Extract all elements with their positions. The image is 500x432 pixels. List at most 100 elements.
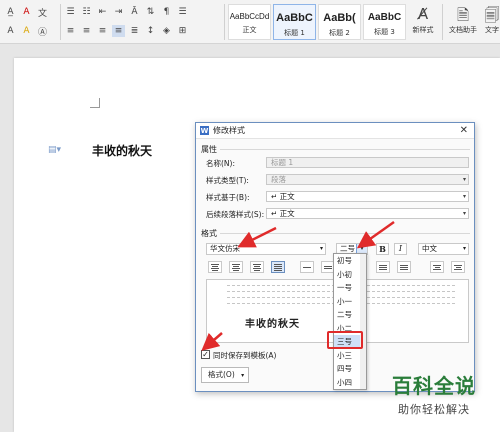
font-format-row-2: A A Ⓐ (4, 25, 49, 38)
align-center-button[interactable] (229, 261, 243, 273)
ribbon-divider (224, 4, 225, 40)
sort-icon[interactable]: ⇅ (144, 6, 157, 18)
chevron-down-icon: ▾ (319, 245, 323, 252)
format-section-label: 格式 (201, 229, 217, 238)
section-divider (220, 233, 470, 234)
char-border-icon[interactable]: Ⓐ (36, 25, 49, 38)
style-name: 标题 3 (374, 28, 395, 36)
chinese-layout-icon[interactable]: Ā (128, 6, 141, 18)
chevron-down-icon: ▾ (462, 245, 466, 252)
save-to-template-label: 同时保存到模板(A) (213, 351, 277, 360)
new-style-icon: A̸ (417, 5, 429, 23)
name-field[interactable]: 标题 1 (266, 157, 469, 168)
style-heading-2[interactable]: AaBb( 标题 2 (318, 4, 361, 40)
chevron-down-icon: ▾ (462, 210, 466, 217)
doc-assistant-button[interactable]: 🗎 文档助手 (446, 5, 480, 35)
increase-indent-button[interactable] (451, 261, 465, 273)
style-type-select[interactable]: 段落 ▾ (266, 174, 469, 185)
text-effect-icon[interactable]: A (4, 25, 17, 37)
paragraph-settings-icon[interactable]: ☰ (176, 6, 189, 18)
shading-icon[interactable]: ◈ (160, 25, 173, 37)
paragraph-handle-icon[interactable]: ▤▾ (48, 145, 61, 155)
next-style-select[interactable]: ↵ 正文 ▾ (266, 208, 469, 219)
preview-text: 丰收的秋天 (245, 319, 300, 330)
name-label: 名称(N): (206, 159, 235, 168)
char-shading-icon[interactable]: 文 (36, 6, 49, 19)
align-left-button[interactable] (208, 261, 222, 273)
new-style-label: 新样式 (412, 26, 434, 34)
language-value: 中文 (422, 244, 437, 253)
align-center-icon[interactable]: ≡ (80, 25, 93, 37)
watermark-subtitle: 助你轻松解决 (398, 403, 470, 416)
increase-indent-icon[interactable]: ⇥ (112, 6, 125, 18)
style-name: 标题 2 (329, 29, 350, 37)
show-marks-icon[interactable]: ¶ (160, 6, 173, 18)
style-heading-1[interactable]: AaBbC 标题 1 (273, 4, 316, 40)
new-style-button[interactable]: A̸ 新样式 (408, 5, 438, 35)
style-sample: AaBb( (323, 12, 356, 24)
margin-corner-mark (90, 98, 100, 108)
style-normal[interactable]: AaBbCcDd 正文 (228, 4, 271, 40)
ribbon-divider (442, 4, 443, 40)
single-spacing-button[interactable] (300, 261, 314, 273)
style-heading-3[interactable]: AaBbC 标题 3 (363, 4, 406, 40)
format-button-label: 格式(O) (208, 370, 235, 379)
doc-assistant-label: 文档助手 (449, 26, 477, 34)
font-highlight-icon[interactable]: A (20, 25, 33, 37)
format-button[interactable]: 格式(O) ▾ (201, 367, 249, 383)
ribbon-divider (60, 4, 61, 40)
ribbon-toolbar: A̲ A 文 A A Ⓐ ☰ ☷ ⇤ ⇥ Ā ⇅ ¶ ☰ ≡ ≡ ≡ ≡ ≣ ↕… (0, 0, 500, 44)
next-style-value: ↵ 正文 (271, 209, 295, 218)
chevron-down-icon: ▾ (462, 176, 466, 183)
italic-button[interactable]: I (394, 243, 407, 255)
wps-logo-icon: W (200, 126, 209, 135)
align-left-icon[interactable]: ≡ (64, 25, 77, 37)
bullet-list-icon[interactable]: ☰ (64, 6, 77, 18)
paragraph-row: ☰ ☷ ⇤ ⇥ Ā ⇅ ¶ ☰ (64, 6, 189, 18)
bold-button[interactable]: B (376, 243, 389, 255)
more-icon: 🗐 (484, 6, 500, 24)
font-size-dropdown-list: 初号 小初 一号 小一 二号 小二 三号 小三 四号 小四 (333, 253, 367, 390)
decrease-indent-icon[interactable]: ⇤ (96, 6, 109, 18)
properties-section-label: 属性 (201, 145, 217, 154)
section-divider (220, 149, 470, 150)
highlight-icon[interactable]: A̲ (4, 6, 17, 18)
distributed-icon[interactable]: ≣ (128, 25, 141, 37)
chevron-down-icon: ▾ (462, 193, 466, 200)
font-format-row: A̲ A 文 (4, 6, 49, 19)
more-label: 文字 (485, 26, 499, 34)
save-to-template-checkbox[interactable]: ✓ (201, 350, 210, 359)
paragraph-row-2: ≡ ≡ ≡ ≡ ≣ ↕ ◈ ⊞ (64, 25, 189, 37)
font-size-value: 二号 (340, 244, 355, 253)
justify-button[interactable] (271, 261, 285, 273)
doc-assistant-icon: 🗎 (456, 6, 470, 24)
based-on-label: 样式基于(B): (206, 193, 250, 202)
document-heading[interactable]: 丰收的秋天 (92, 142, 152, 159)
align-right-button[interactable] (250, 261, 264, 273)
align-right-icon[interactable]: ≡ (96, 25, 109, 37)
decrease-indent-button[interactable] (430, 261, 444, 273)
close-icon[interactable]: ✕ (460, 125, 468, 136)
space-after-button[interactable] (397, 261, 411, 273)
dialog-title: 修改样式 (213, 126, 245, 135)
dialog-titlebar: W 修改样式 ✕ (196, 123, 474, 139)
style-sample: AaBbCcDd (229, 12, 270, 21)
line-spacing-icon[interactable]: ↕ (144, 25, 157, 37)
style-type-label: 样式类型(T): (206, 176, 249, 185)
based-on-select[interactable]: ↵ 正文 ▾ (266, 191, 469, 202)
more-button[interactable]: 🗐 文字 (482, 5, 500, 35)
font-color-icon[interactable]: A (20, 6, 33, 18)
language-select[interactable]: 中文 ▾ (418, 243, 469, 255)
justify-icon[interactable]: ≡ (112, 25, 125, 37)
border-icon[interactable]: ⊞ (176, 25, 189, 37)
watermark: 百科全说 助你轻松解决 (372, 370, 496, 430)
chevron-down-icon: ▾ (241, 372, 245, 379)
next-style-label: 后续段落样式(S): (206, 210, 265, 219)
style-name: 正文 (242, 26, 257, 34)
numbered-list-icon[interactable]: ☷ (80, 6, 93, 18)
selected-size-highlight (327, 331, 363, 349)
dropdown-scrollbar[interactable] (360, 254, 366, 389)
style-sample: AaBbC (276, 12, 313, 24)
space-before-button[interactable] (376, 261, 390, 273)
font-select[interactable]: 华文仿宋 ▾ (206, 243, 326, 255)
